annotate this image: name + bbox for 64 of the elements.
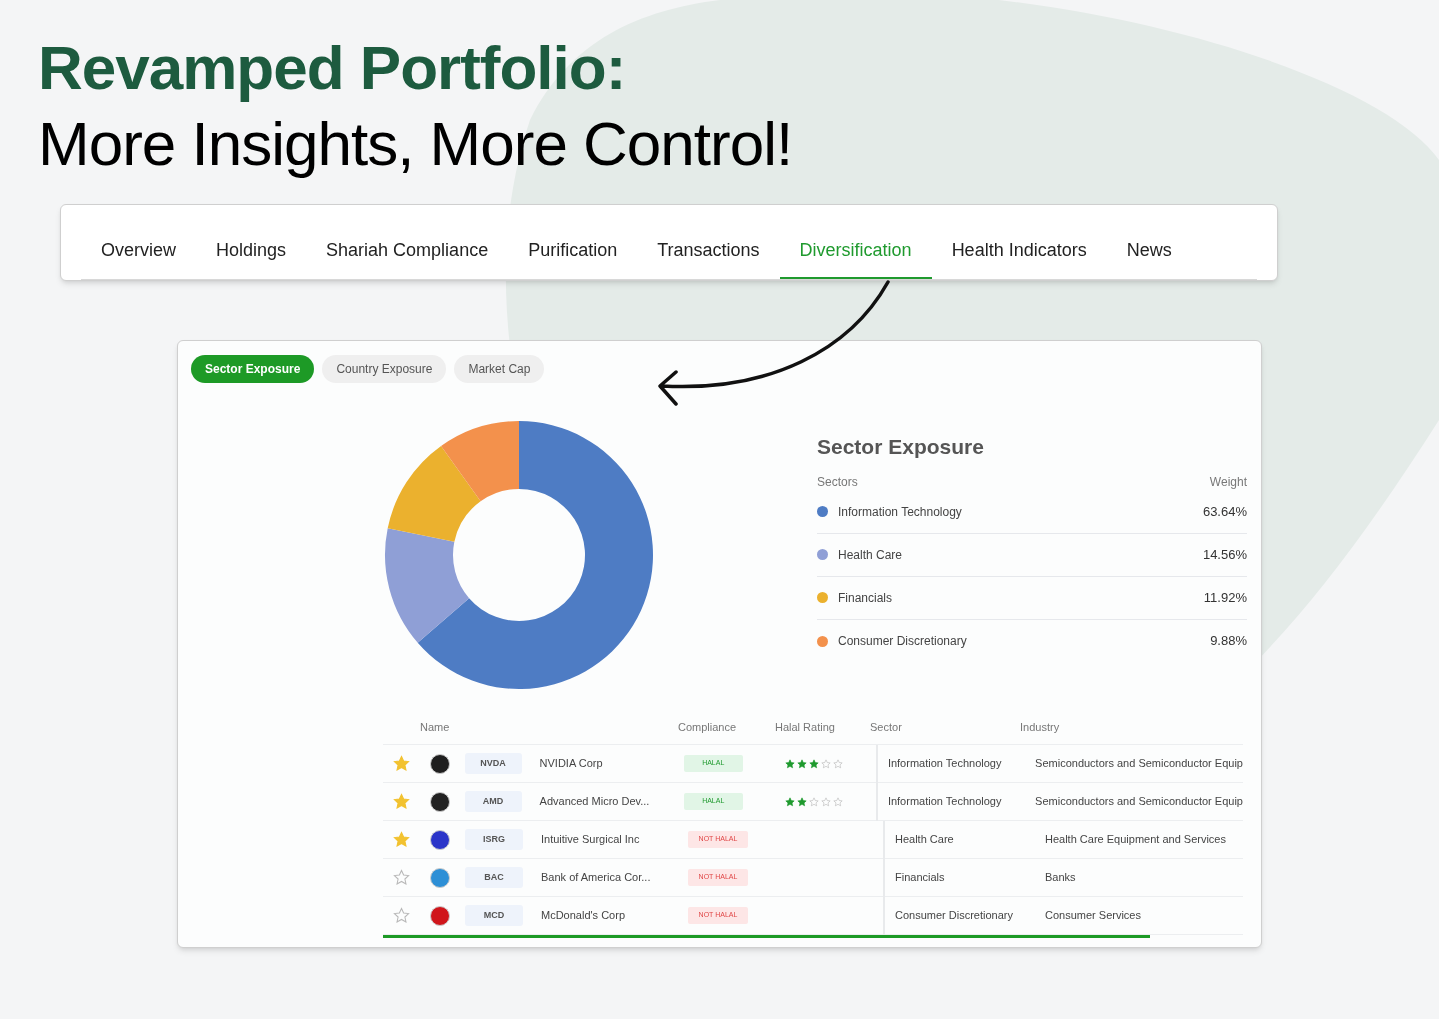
company-name: McDonald's Corp: [541, 908, 627, 924]
rating-star-icon: [832, 758, 843, 769]
company-logo-icon: [430, 791, 450, 812]
rating-star-icon: [784, 796, 795, 807]
company-logo-icon: [430, 867, 450, 888]
company-name: NVIDIA Corp: [539, 756, 604, 772]
exposure-tab[interactable]: Market Cap: [454, 355, 545, 383]
rating-star-icon: [832, 796, 843, 807]
sector-name: Information Technology: [838, 503, 963, 521]
rating-star-icon: [808, 758, 819, 769]
sector-cell-text: Health Care: [895, 832, 955, 848]
sector-cell-text: Financials: [895, 870, 946, 886]
rating-star-icon: [808, 796, 819, 807]
sector-weight: 9.88%: [1210, 632, 1247, 651]
tab[interactable]: Purification: [508, 223, 638, 279]
column-header: Halal Rating: [775, 720, 836, 736]
sector-cell-text: Consumer Discretionary: [895, 908, 1014, 924]
ticker-label: ISRG: [465, 829, 523, 850]
rating-star-icon: [796, 758, 807, 769]
rating-star-icon: [820, 796, 831, 807]
company-name: Advanced Micro Dev...: [539, 794, 651, 810]
tab[interactable]: Overview: [81, 223, 196, 279]
column-header: Industry: [1020, 720, 1060, 736]
exposure-tab[interactable]: Country Exposure: [322, 355, 447, 383]
tab[interactable]: Diversification: [779, 223, 932, 279]
company-logo-icon: [430, 753, 450, 774]
company-logo-icon: [430, 829, 450, 850]
sector-cell-text: Information Technology: [887, 794, 1003, 810]
tab[interactable]: Transactions: [637, 223, 780, 279]
tab[interactable]: News: [1106, 223, 1192, 279]
tab[interactable]: Shariah Compliance: [306, 223, 509, 279]
column-header: Sector: [870, 720, 903, 736]
exposure-tab[interactable]: Sector Exposure: [191, 355, 315, 383]
sector-name: Consumer Discretionary: [838, 633, 968, 650]
industry-cell-text: Health Care Equipment and Services: [1045, 832, 1226, 848]
rating-star-icon: [820, 758, 831, 769]
ticker-label: BAC: [465, 867, 523, 888]
company-name: Intuitive Surgical Inc: [541, 832, 641, 848]
ticker-label: MCD: [465, 905, 523, 926]
legend-title: Sector Exposure: [817, 434, 985, 460]
company-logo-icon: [430, 905, 450, 926]
column-header: Name: [420, 720, 451, 736]
tab[interactable]: Health Indicators: [931, 223, 1107, 279]
headline-subtitle: More Insights, More Control!: [38, 108, 794, 180]
column-header: Weight: [1209, 473, 1247, 491]
sector-cell-text: Information Technology: [887, 756, 1003, 772]
column-header: Sectors: [817, 473, 858, 491]
industry-cell-text: Semiconductors and Semiconductor Equip: [1035, 756, 1243, 772]
sector-weight: 11.92%: [1203, 588, 1247, 607]
company-name: Bank of America Cor...: [541, 870, 652, 886]
ticker-label: NVDA: [464, 753, 522, 774]
sector-name: Financials: [838, 589, 894, 607]
industry-cell-text: Semiconductors and Semiconductor Equip: [1035, 794, 1243, 810]
industry-cell-text: Banks: [1045, 870, 1076, 886]
tab[interactable]: Holdings: [196, 223, 307, 279]
rating-star-icon: [796, 796, 807, 807]
sector-weight: 14.56%: [1202, 545, 1247, 564]
ticker-label: AMD: [464, 791, 522, 812]
sector-weight: 63.64%: [1202, 502, 1247, 521]
rating-star-icon: [784, 758, 795, 769]
column-header: Compliance: [678, 720, 738, 736]
sector-name: Health Care: [838, 546, 904, 564]
headline-title: Revamped Portfolio:: [38, 32, 627, 104]
industry-cell-text: Consumer Services: [1045, 908, 1141, 924]
